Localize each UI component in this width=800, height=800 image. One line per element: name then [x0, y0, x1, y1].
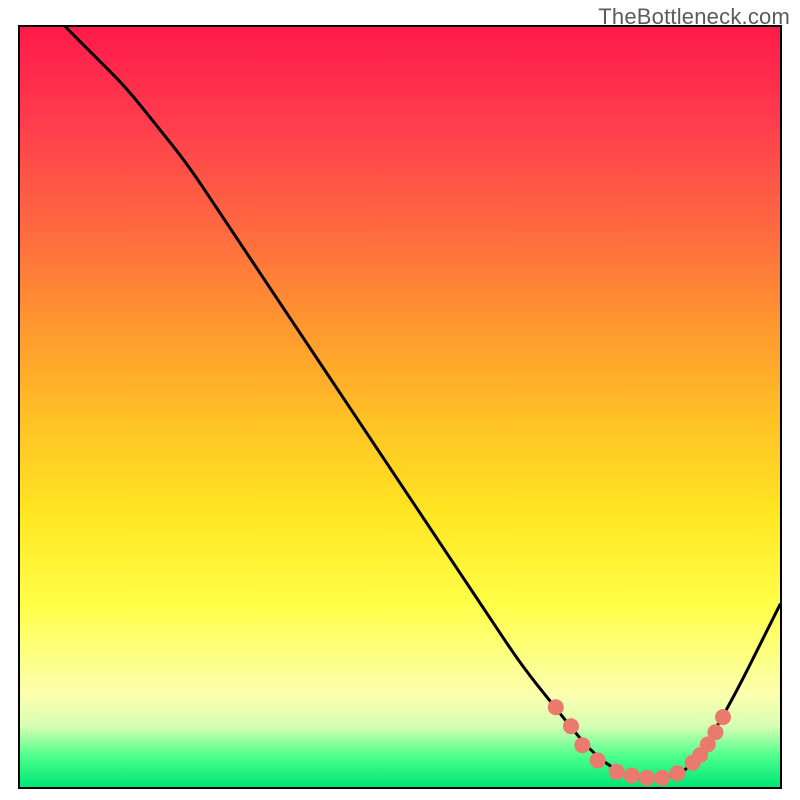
valley-dot	[624, 768, 640, 784]
valley-dot	[574, 737, 590, 753]
valley-dot	[639, 770, 655, 786]
curve-layer	[20, 27, 780, 787]
valley-dot	[669, 765, 685, 781]
valley-dots-group	[548, 699, 731, 786]
valley-dot	[609, 764, 625, 780]
valley-dot	[590, 752, 606, 768]
chart-container: TheBottleneck.com	[0, 0, 800, 800]
valley-dot	[654, 770, 670, 786]
valley-dot	[707, 724, 723, 740]
valley-dot	[563, 718, 579, 734]
valley-dot	[548, 699, 564, 715]
plot-area	[18, 25, 782, 789]
valley-dot	[715, 709, 731, 725]
watermark-text: TheBottleneck.com	[598, 4, 790, 30]
bottleneck-curve	[66, 27, 780, 779]
